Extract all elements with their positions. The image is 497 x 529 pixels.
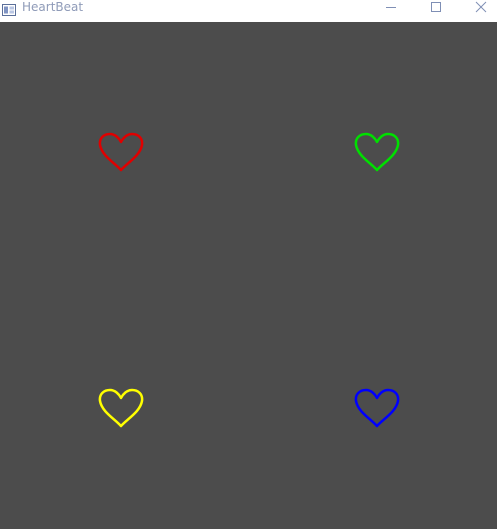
drawing-canvas[interactable] (0, 22, 497, 529)
heart-green-icon (354, 132, 400, 172)
title-bar[interactable]: HeartBeat (0, 0, 497, 22)
app-window: HeartBeat (0, 0, 497, 529)
heart-yellow (98, 388, 144, 428)
heart-red-icon (98, 132, 144, 172)
heart-yellow-icon (98, 388, 144, 428)
app-icon (2, 1, 16, 16)
window-title: HeartBeat (22, 0, 84, 14)
heart-blue-icon (354, 388, 400, 428)
heart-blue (354, 388, 400, 428)
maximize-icon (430, 1, 442, 13)
heart-green (354, 132, 400, 172)
minimize-button[interactable] (369, 0, 413, 14)
maximize-button[interactable] (414, 0, 458, 14)
heart-red (98, 132, 144, 172)
close-button[interactable] (459, 0, 497, 14)
minimize-icon (385, 1, 397, 13)
close-icon (475, 1, 487, 13)
